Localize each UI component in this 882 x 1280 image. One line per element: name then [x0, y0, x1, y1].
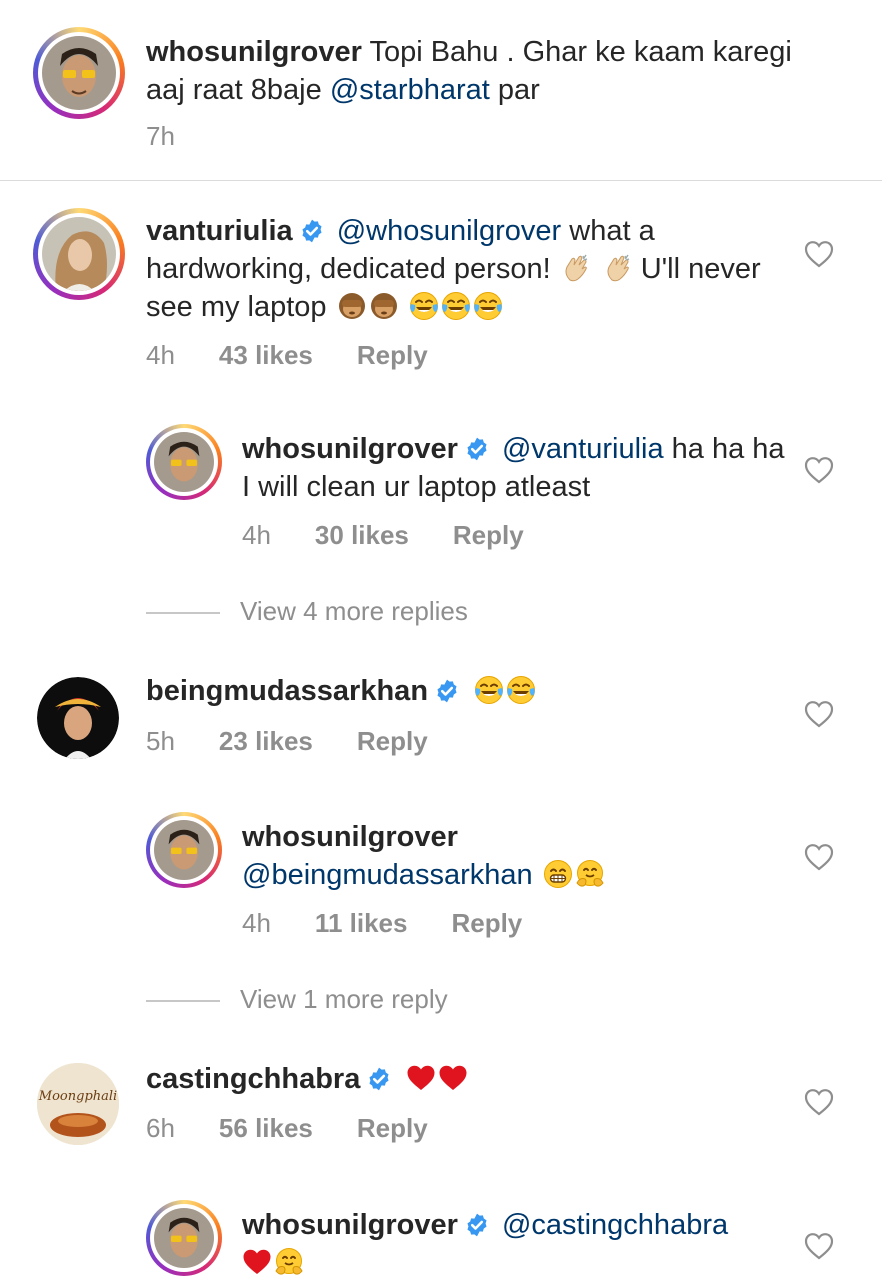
comment-username[interactable]: beingmudassarkhan: [146, 675, 428, 707]
caption-text: whosunilgrover Topi Bahu . Ghar ke kaam …: [146, 33, 826, 109]
tears-of-joy-emoji: [474, 675, 504, 705]
comment-username[interactable]: vanturiulia: [146, 215, 293, 247]
verified-badge-icon: [464, 1212, 490, 1238]
caption-username[interactable]: whosunilgrover: [146, 36, 362, 68]
caption-mention[interactable]: @starbharat: [330, 74, 490, 106]
comment-meta: 4h 11 likes Reply: [242, 908, 522, 939]
hugging-face-emoji: [274, 1247, 304, 1277]
view-more-line: [146, 612, 220, 615]
verified-badge-icon: [434, 678, 460, 704]
avatar-photo-icon: [42, 217, 116, 291]
view-more-replies[interactable]: View 4 more replies: [146, 596, 468, 627]
caption-divider: [0, 180, 882, 181]
comment-text: whosunilgrover @castingchhabra: [242, 1206, 792, 1280]
red-heart-emoji: [406, 1063, 436, 1093]
comment-text: castingchhabra: [146, 1060, 796, 1098]
comment-mention[interactable]: @whosunilgrover: [337, 215, 561, 247]
comment-mention[interactable]: @vanturiulia: [502, 433, 664, 465]
avatar[interactable]: [146, 1200, 222, 1276]
avatar-photo-icon: [42, 36, 116, 110]
post-caption: whosunilgrover Topi Bahu . Ghar ke kaam …: [0, 0, 882, 180]
caption-text-part2: par: [489, 74, 540, 106]
avatar[interactable]: [146, 812, 222, 888]
verified-badge-icon: [366, 1066, 392, 1092]
reply-button[interactable]: Reply: [453, 520, 524, 551]
hugging-face-emoji: [575, 859, 605, 889]
comment-time: 6h: [146, 1113, 175, 1143]
comment-username[interactable]: whosunilgrover: [242, 821, 458, 853]
verified-badge-icon: [464, 436, 490, 462]
tears-of-joy-emoji: [473, 291, 503, 321]
see-no-evil-monkey-emoji: [337, 291, 367, 321]
clapping-hands-emoji: [603, 253, 633, 283]
red-heart-emoji: [242, 1247, 272, 1277]
heart-outline-icon[interactable]: [804, 1232, 834, 1260]
avatar[interactable]: Moongphali: [37, 1063, 119, 1145]
moongphali-logo: Moongphali: [37, 1063, 119, 1145]
comment-username[interactable]: whosunilgrover: [242, 433, 458, 465]
comment-text: vanturiulia @whosunilgrover what a hardw…: [146, 212, 796, 326]
svg-text:Moongphali: Moongphali: [38, 1089, 117, 1104]
tears-of-joy-emoji: [506, 675, 536, 705]
avatar[interactable]: [37, 677, 119, 759]
avatar[interactable]: [33, 208, 125, 300]
comment-likes[interactable]: 11 likes: [315, 908, 408, 939]
heart-outline-icon[interactable]: [804, 456, 834, 484]
comment-likes[interactable]: 23 likes: [219, 726, 313, 757]
comment-username[interactable]: castingchhabra: [146, 1063, 360, 1095]
tears-of-joy-emoji: [409, 291, 439, 321]
verified-badge-icon: [299, 218, 325, 244]
heart-outline-icon[interactable]: [804, 700, 834, 728]
comment-meta: 6h 56 likes Reply: [146, 1113, 428, 1144]
avatar[interactable]: [146, 424, 222, 500]
comment-time: 5h: [146, 726, 175, 756]
comment-text: beingmudassarkhan: [146, 672, 796, 710]
comment-meta: 5h 23 likes Reply: [146, 726, 428, 757]
avatar-photo-icon: [154, 432, 214, 492]
reply-button[interactable]: Reply: [357, 1113, 428, 1144]
reply-button[interactable]: Reply: [357, 726, 428, 757]
avatar-photo-icon: [37, 677, 119, 759]
heart-outline-icon[interactable]: [804, 240, 834, 268]
view-more-line: [146, 1000, 220, 1003]
heart-outline-icon[interactable]: [804, 843, 834, 871]
comment-mention[interactable]: @castingchhabra: [502, 1209, 728, 1241]
view-more-label[interactable]: View 4 more replies: [240, 596, 468, 626]
comment-mention[interactable]: @beingmudassarkhan: [242, 859, 533, 891]
heart-outline-icon[interactable]: [804, 1088, 834, 1116]
comment-time: 4h: [242, 520, 271, 550]
avatar-photo-icon: [154, 820, 214, 880]
clapping-hands-emoji: [561, 253, 591, 283]
comment-likes[interactable]: 43 likes: [219, 340, 313, 371]
comment-likes[interactable]: 56 likes: [219, 1113, 313, 1144]
grinning-face-emoji: [543, 859, 573, 889]
caption-time: 7h: [146, 121, 175, 151]
comment-likes[interactable]: 30 likes: [315, 520, 409, 551]
comment-meta: 4h 30 likes Reply: [242, 520, 524, 551]
comment-time: 4h: [146, 340, 175, 370]
view-more-replies[interactable]: View 1 more reply: [146, 984, 448, 1015]
comment-meta: 4h 43 likes Reply: [146, 340, 428, 371]
comment-username[interactable]: whosunilgrover: [242, 1209, 458, 1241]
comment-time: 4h: [242, 908, 271, 938]
comment-text: whosunilgrover @vanturiulia ha ha ha I w…: [242, 430, 792, 506]
tears-of-joy-emoji: [441, 291, 471, 321]
avatar[interactable]: [33, 27, 125, 119]
view-more-label[interactable]: View 1 more reply: [240, 984, 448, 1014]
red-heart-emoji: [438, 1063, 468, 1093]
see-no-evil-monkey-emoji: [369, 291, 399, 321]
caption-meta: 7h: [146, 121, 175, 152]
reply-button[interactable]: Reply: [451, 908, 522, 939]
reply-button[interactable]: Reply: [357, 340, 428, 371]
comment-text: whosunilgrover @beingmudassarkhan: [242, 818, 762, 894]
avatar-photo-icon: [154, 1208, 214, 1268]
